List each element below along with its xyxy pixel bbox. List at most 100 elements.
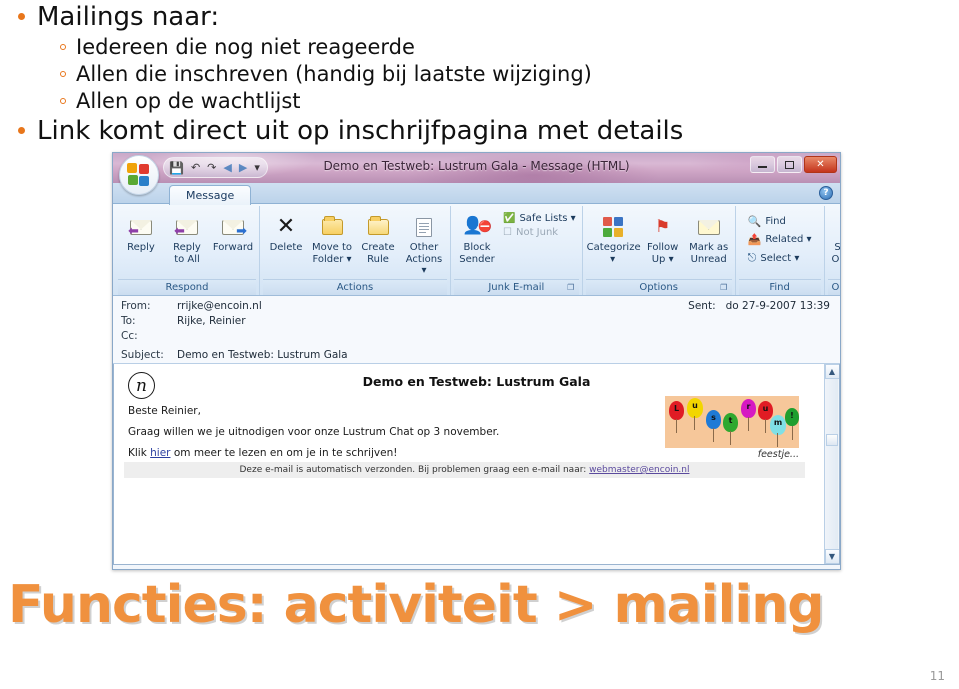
balloon-letter: L xyxy=(673,404,680,413)
balloon-u-1: u xyxy=(687,398,703,430)
follow-up-icon: ⚑ xyxy=(655,216,671,237)
select-button[interactable]: ⎋ Select ▾ xyxy=(745,250,815,266)
balloon-u-5: u xyxy=(758,401,773,433)
sent-label: Sent: xyxy=(688,300,716,312)
other-actions-button[interactable]: Other Actions ▾ xyxy=(401,210,447,277)
block-sender-button[interactable]: 👤 ⛔ Block Sender xyxy=(454,210,500,265)
bullet-text: Iedereen die nog niet reageerde xyxy=(76,34,415,59)
bullet-level1: Mailings naar: xyxy=(14,2,814,33)
categorize-icon xyxy=(587,212,639,242)
outlook-message-window: 💾 ↶ ↷ ◀ ▶ ▾ Demo en Testweb: Lustrum Gal… xyxy=(112,152,841,570)
scroll-up-button[interactable]: ▲ xyxy=(824,364,839,379)
hier-link[interactable]: hier xyxy=(150,447,170,459)
bullet-level1: Link komt direct uit op inschrijfpagina … xyxy=(14,116,814,147)
subject-row: Subject: Demo en Testweb: Lustrum Gala xyxy=(121,349,832,364)
not-junk-label: Not Junk xyxy=(515,227,559,238)
slide-footer-title: Functies: activiteit > mailing xyxy=(8,575,824,635)
group-label-options: Options ❐ xyxy=(585,279,732,295)
group-label-onenote: OneNote xyxy=(827,279,840,295)
sent-value: do 27-9-2007 13:39 xyxy=(725,300,830,312)
reply-all-button[interactable]: ⬅ Reply to All xyxy=(164,210,210,265)
options-label-text: Options xyxy=(639,282,678,293)
not-junk-icon: ☐ xyxy=(503,227,512,238)
scrollbar-track[interactable] xyxy=(826,379,838,549)
balloon-t-3: t xyxy=(723,413,738,445)
forward-icon: ➡ xyxy=(211,212,255,242)
send-to-onenote-button[interactable]: n➡ Send to OneNote xyxy=(828,210,840,265)
ribbon-group-options: Categorize ▾ ⚑ Follow Up ▾ Mark as Unrea… xyxy=(583,206,736,295)
scroll-down-button[interactable]: ▼ xyxy=(824,549,839,564)
balloon-l-0: L xyxy=(669,401,684,433)
delete-button[interactable]: ✕ Delete xyxy=(263,210,309,254)
link-prefix: Klik xyxy=(128,447,151,459)
related-label: Related ▾ xyxy=(765,234,812,245)
next-item-icon[interactable]: ▶ xyxy=(239,162,247,173)
reply-label: Reply xyxy=(127,242,155,253)
junk-email-label-text: Junk E-mail xyxy=(488,282,545,293)
balloon-!-7: ! xyxy=(785,408,799,440)
safe-lists-button[interactable]: ✅ Safe Lists ▾ xyxy=(500,212,579,225)
bullet-ring-icon xyxy=(60,43,66,50)
reply-button[interactable]: ⬅ Reply xyxy=(118,210,164,254)
ribbon-tab-strip: Message ? xyxy=(113,183,840,205)
group-label-actions: Actions xyxy=(263,279,447,295)
create-rule-button[interactable]: Create Rule xyxy=(355,210,401,265)
forward-button[interactable]: ➡ Forward xyxy=(210,210,256,254)
footer-text: Deze e-mail is automatisch verzonden. Bi… xyxy=(239,465,590,475)
categorize-label: Categorize ▾ xyxy=(586,242,641,265)
close-button[interactable]: ✕ xyxy=(804,156,837,173)
follow-up-button[interactable]: ⚑ Follow Up ▾ xyxy=(640,210,686,265)
ribbon-group-onenote: n➡ Send to OneNote OneNote xyxy=(825,206,840,295)
balloon-image-block: Lu s t r u m! feestje... xyxy=(665,396,799,460)
related-button[interactable]: 📤 Related ▾ xyxy=(745,232,815,247)
undo-icon[interactable]: ↶ xyxy=(191,162,200,173)
create-rule-label: Create Rule xyxy=(361,242,395,265)
minimize-button[interactable] xyxy=(750,156,775,173)
help-icon[interactable]: ? xyxy=(819,186,833,200)
sent-field: Sent: do 27-9-2007 13:39 xyxy=(688,300,830,312)
save-icon[interactable]: 💾 xyxy=(169,162,184,174)
move-to-folder-label: Move to Folder ▾ xyxy=(311,242,353,265)
tab-message[interactable]: Message xyxy=(169,185,252,205)
find-small-buttons: 🔍 Find 📤 Related ▾ ⎋ Select ▾ xyxy=(739,210,821,266)
find-label: Find xyxy=(765,216,786,227)
ribbon-group-actions: ✕ Delete Move to Folder ▾ Create Rule Ot… xyxy=(260,206,451,295)
group-label-find: Find xyxy=(738,279,821,295)
junk-small-buttons: ✅ Safe Lists ▾ ☐ Not Junk xyxy=(500,210,579,239)
office-button[interactable] xyxy=(119,155,159,195)
delete-icon: ✕ xyxy=(276,214,296,239)
redo-icon[interactable]: ↷ xyxy=(207,162,216,173)
restore-button[interactable] xyxy=(777,156,802,173)
balloon-r-4: r xyxy=(741,399,756,431)
bullet-dot-icon xyxy=(18,13,25,20)
forward-label: Forward xyxy=(212,242,254,253)
cc-row: Cc: xyxy=(121,330,832,345)
ribbon-group-junk-email: 👤 ⛔ Block Sender ✅ Safe Lists ▾ ☐ Not Jun… xyxy=(451,206,583,295)
categorize-button[interactable]: Categorize ▾ xyxy=(586,210,641,265)
bullet-level2: Allen die inschreven (handig bij laatste… xyxy=(56,61,814,88)
balloon-letter: r xyxy=(746,402,751,411)
to-value[interactable]: Rijke, Reinier xyxy=(177,315,246,327)
webmaster-link[interactable]: webmaster@encoin.nl xyxy=(589,465,689,475)
move-to-folder-button[interactable]: Move to Folder ▾ xyxy=(309,210,355,265)
scrollbar-thumb[interactable] xyxy=(826,434,838,446)
from-value[interactable]: rrijke@encoin.nl xyxy=(177,300,262,312)
other-actions-icon xyxy=(402,212,446,242)
find-button[interactable]: 🔍 Find xyxy=(745,214,815,229)
quick-access-toolbar: 💾 ↶ ↷ ◀ ▶ ▾ xyxy=(163,157,268,178)
mark-as-unread-icon xyxy=(687,212,731,242)
mark-as-unread-button[interactable]: Mark as Unread xyxy=(686,210,732,265)
block-sender-icon: 👤 ⛔ xyxy=(462,216,492,237)
balloon-letter: ! xyxy=(790,411,794,420)
move-to-folder-icon xyxy=(310,212,354,242)
bullet-text: Mailings naar: xyxy=(37,2,220,32)
junk-email-dialog-launcher[interactable]: ❐ xyxy=(566,282,576,293)
customize-qat-icon[interactable]: ▾ xyxy=(254,162,260,173)
previous-item-icon[interactable]: ◀ xyxy=(223,162,231,173)
safe-lists-label: Safe Lists ▾ xyxy=(519,213,576,224)
not-junk-button[interactable]: ☐ Not Junk xyxy=(500,226,579,239)
body-vertical-scrollbar[interactable]: ▲ ▼ xyxy=(824,364,839,564)
message-body-pane: n Demo en Testweb: Lustrum Gala Beste Re… xyxy=(113,364,840,565)
options-dialog-launcher[interactable]: ❐ xyxy=(719,282,729,293)
office-logo-icon xyxy=(127,163,151,187)
